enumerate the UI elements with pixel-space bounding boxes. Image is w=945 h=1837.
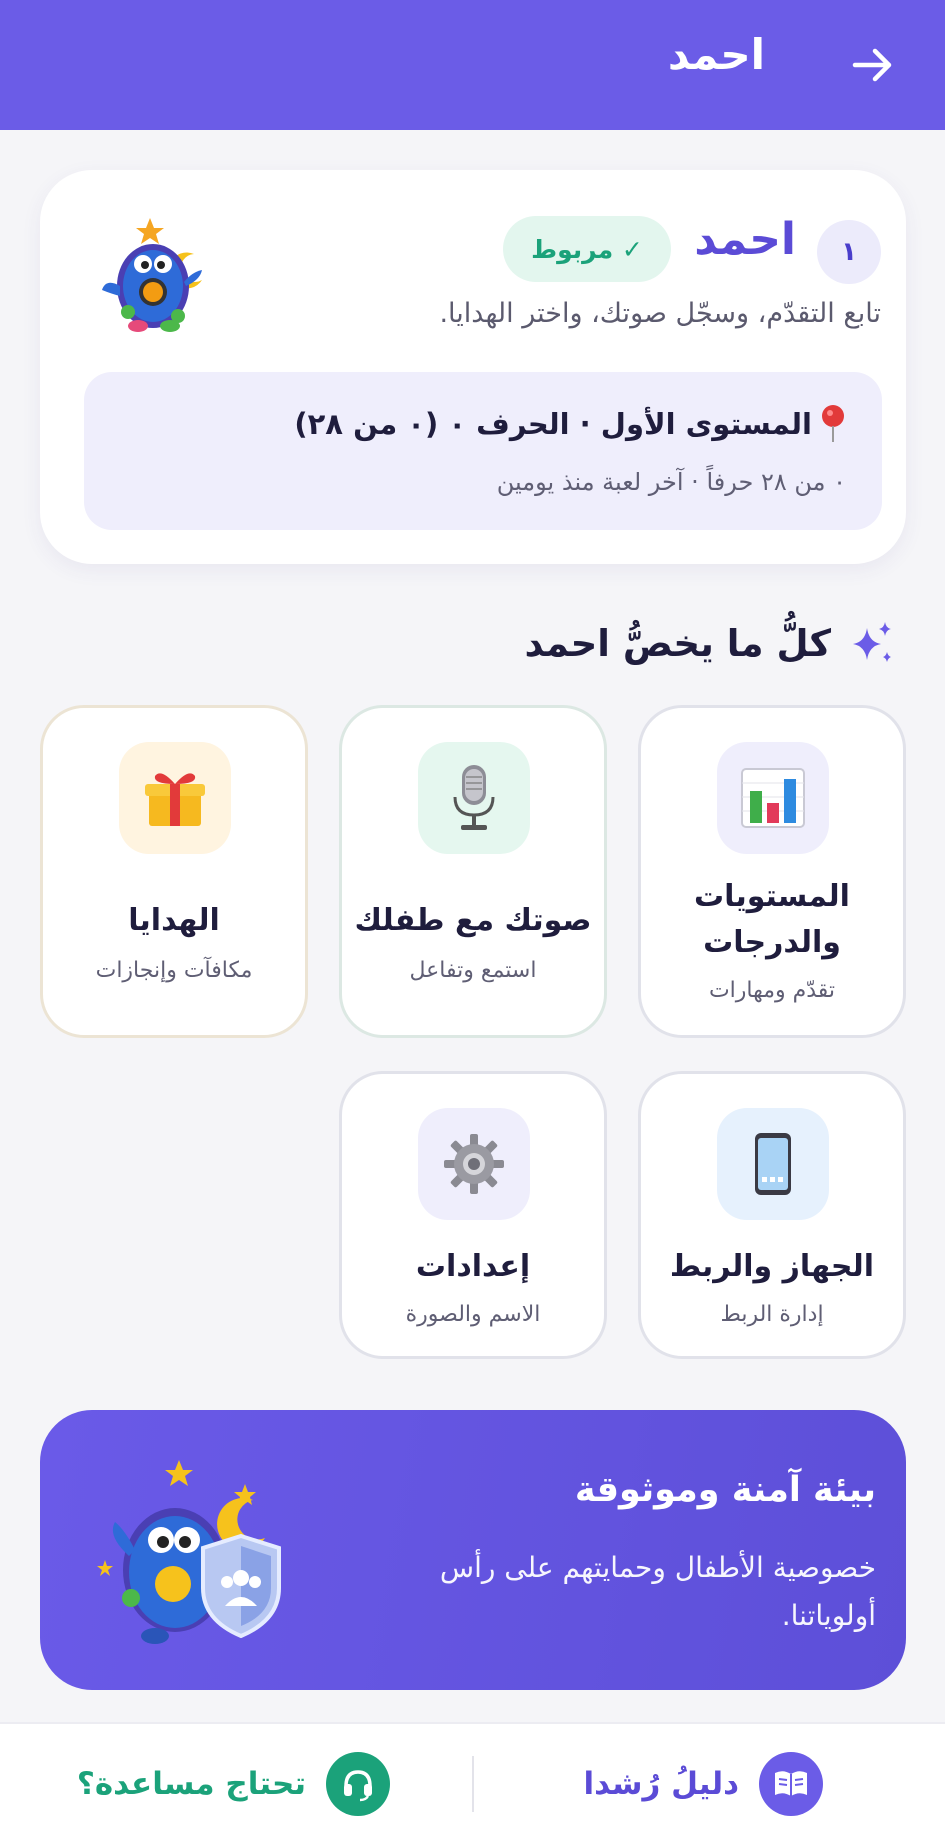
tile-title: صوتك مع طفلك [354,903,592,938]
page-title: احمد [667,30,765,79]
profile-subtitle: تابع التقدّم، وسجّل صوتك، واختر الهدايا. [439,298,881,329]
tile-device[interactable]: الجهاز والربط إدارة الربط [638,1071,906,1359]
section-header: كلُّ ما يخصُّ احمد [524,620,895,666]
level-progress-box[interactable]: المستوى الأول · الحرف ٠ (٠ من ٢٨) ٠ من ٢… [84,372,882,530]
linked-status-badge: ✓ مربوط [503,216,671,282]
headset-icon [344,1770,372,1802]
tile-subtitle: تقدّم ومهارات [708,978,836,1003]
bottom-divider [472,1756,474,1812]
tile-title: الهدايا [128,903,220,938]
level-title: المستوى الأول · الحرف ٠ (٠ من ٢٨) [294,407,812,441]
level-title-row: المستوى الأول · الحرف ٠ (٠ من ٢٨) [294,404,846,444]
bottom-bar: دليلُ رُشدا تحتاج مساعدة؟ [0,1722,945,1837]
child-avatar [102,218,202,332]
voice-icon-box [418,742,530,854]
arrow-right-icon [852,48,892,82]
sparkle-icon [853,622,891,662]
gifts-icon-box [119,742,231,854]
tile-title: المستويات والدرجات [694,879,850,960]
banner-title: بيئة آمنة وموثوقة [574,1470,876,1510]
guide-label: دليلُ رُشدا [583,1766,739,1802]
banner-subtitle: خصوصية الأطفال وحمايتهم على رأس أولوياتن… [439,1551,876,1632]
tile-levels[interactable]: المستويات والدرجات تقدّم ومهارات [638,705,906,1038]
settings-icon-box [418,1108,530,1220]
book-icon [775,1771,807,1796]
gear-icon [444,1134,504,1194]
tile-voice[interactable]: صوتك مع طفلك استمع وتفاعل [339,705,607,1038]
section-title: كلُّ ما يخصُّ احمد [524,621,831,665]
gift-icon [145,773,205,826]
bar-chart-icon [741,768,805,828]
guide-icon-circle [759,1752,823,1816]
help-label: تحتاج مساعدة؟ [76,1766,306,1802]
phone-icon [755,1133,791,1195]
app-header: احمد [0,0,945,130]
microphone-icon [453,765,495,830]
help-button[interactable]: تحتاج مساعدة؟ [77,1752,390,1816]
tile-subtitle: مكافآت وإنجازات [95,958,253,983]
tile-settings[interactable]: إعدادات الاسم والصورة [339,1071,607,1359]
tile-title: الجهاز والربط [669,1249,875,1284]
tile-subtitle: استمع وتفاعل [409,958,537,983]
levels-icon-box [717,742,829,854]
child-index-badge: ١ [817,220,881,284]
child-profile-card: ١ احمد ✓ مربوط تابع التقدّم، وسجّل صوتك،… [40,170,906,564]
device-icon-box [717,1108,829,1220]
tile-title: إعدادات [415,1249,531,1284]
child-name: احمد [694,214,796,265]
mascot-shield-illustration [97,1460,281,1644]
guide-button[interactable]: دليلُ رُشدا [583,1752,823,1816]
tile-subtitle: الاسم والصورة [405,1302,541,1327]
tile-subtitle: إدارة الربط [720,1302,824,1327]
back-button[interactable] [841,33,905,97]
location-pin-icon [822,405,844,442]
tile-gifts[interactable]: الهدايا مكافآت وإنجازات [40,705,308,1038]
level-subtitle: ٠ من ٢٨ حرفاً · آخر لعبة منذ يومين [496,468,846,496]
help-icon-circle [326,1752,390,1816]
safety-banner: بيئة آمنة وموثوقة خصوصية الأطفال وحمايته… [40,1410,906,1690]
